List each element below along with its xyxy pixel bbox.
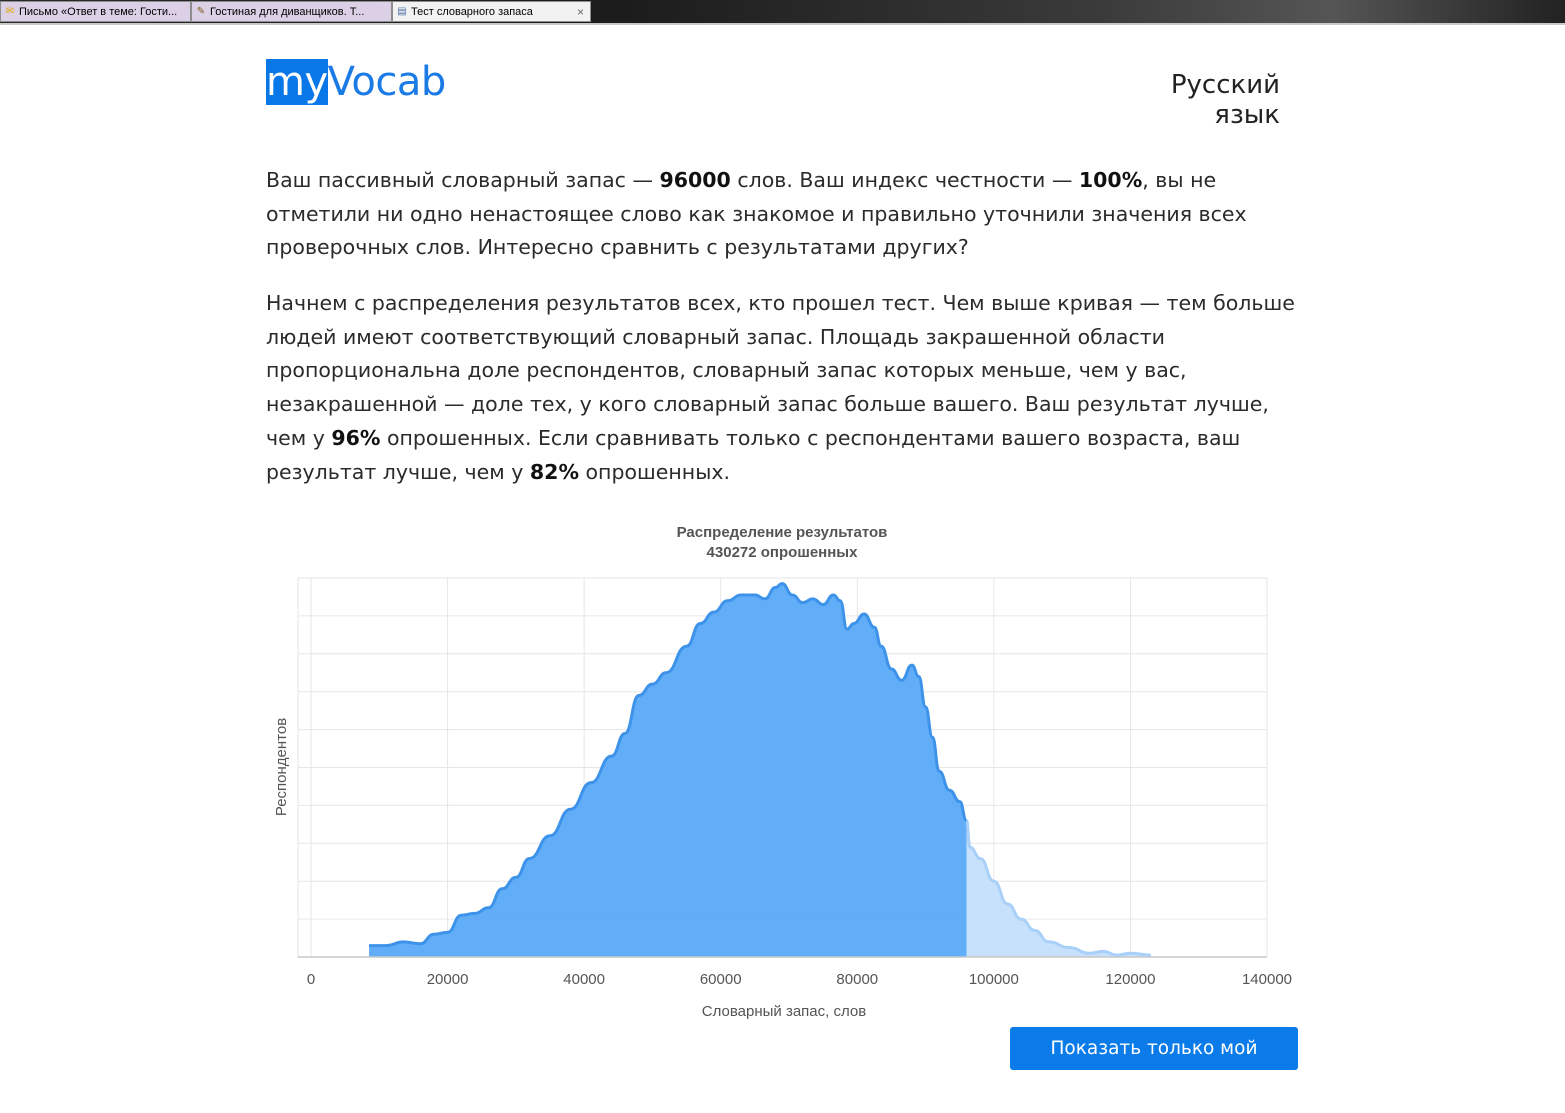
x-tick-label: 80000 bbox=[836, 971, 878, 988]
x-tick-label: 0 bbox=[307, 971, 315, 988]
y-axis-label: Респондентов bbox=[273, 718, 290, 816]
x-tick-label: 60000 bbox=[700, 971, 742, 988]
x-tick-label: 20000 bbox=[427, 971, 469, 988]
distribution-chart: 0 20000 40000 60000 80000 100000 120000 140000 С… bbox=[273, 577, 1292, 1020]
x-axis-label: Словарный запас, слов bbox=[702, 1003, 866, 1020]
x-tick-label: 100000 bbox=[969, 971, 1019, 988]
x-tick-label: 40000 bbox=[563, 971, 605, 988]
x-tick-label: 120000 bbox=[1105, 971, 1155, 988]
x-tick-label: 140000 bbox=[1242, 971, 1292, 988]
show-my-age-button[interactable]: Показать только мой возраст bbox=[1010, 1027, 1298, 1102]
